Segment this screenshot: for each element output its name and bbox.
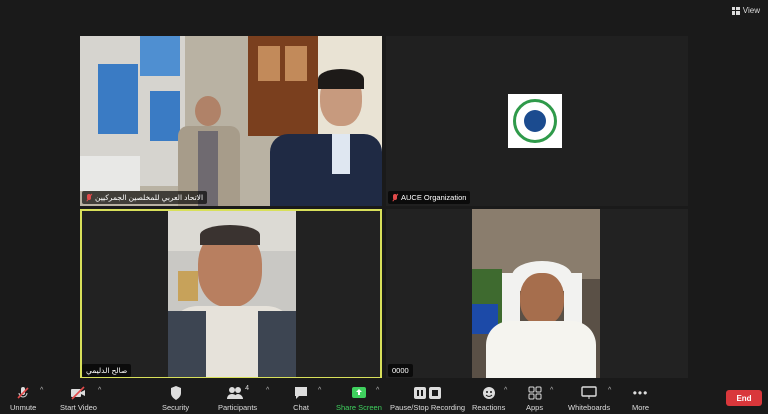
- share-screen-label: Share Screen: [336, 403, 382, 412]
- unmute-options-caret[interactable]: ^: [40, 387, 43, 394]
- pause-stop-icon: [413, 385, 442, 401]
- apps-options-caret[interactable]: ^: [550, 387, 553, 394]
- share-options-caret[interactable]: ^: [376, 387, 379, 394]
- video-feed: [80, 36, 382, 206]
- security-label: Security: [162, 403, 190, 412]
- participant-name: 0000: [392, 366, 409, 375]
- unmute-button[interactable]: Unmute: [10, 385, 36, 412]
- participants-label: Participants: [218, 403, 258, 412]
- participants-button[interactable]: 4 Participants: [218, 385, 257, 412]
- whiteboards-options-caret[interactable]: ^: [608, 387, 611, 394]
- whiteboards-button[interactable]: Whiteboards: [568, 385, 610, 412]
- start-video-button[interactable]: Start Video: [60, 385, 97, 412]
- meeting-toolbar: Unmute ^ Start Video ^ Security 4 Partic…: [0, 378, 768, 414]
- muted-mic-icon: [86, 193, 92, 202]
- chat-bubble-icon: [293, 385, 309, 401]
- video-tile-4[interactable]: 0000: [386, 209, 688, 379]
- video-tile-1[interactable]: الاتحاد العربي للمخلصين الجمركيين: [80, 36, 382, 206]
- participant-name: AUCE Organization: [401, 193, 467, 202]
- participant-name-tag: الاتحاد العربي للمخلصين الجمركيين: [82, 191, 208, 204]
- share-screen-button[interactable]: Share Screen: [336, 385, 382, 412]
- more-button[interactable]: ••• More: [632, 385, 649, 412]
- reactions-button[interactable]: Reactions: [472, 385, 505, 412]
- smiley-icon: [481, 385, 497, 401]
- video-feed: [168, 211, 296, 377]
- muted-mic-icon: [15, 385, 31, 401]
- apps-label: Apps: [526, 403, 544, 412]
- view-button[interactable]: View: [731, 6, 760, 15]
- grid-view-icon: [731, 6, 740, 15]
- participant-name: الاتحاد العربي للمخلصين الجمركيين: [95, 193, 204, 202]
- end-meeting-button[interactable]: End: [726, 390, 762, 406]
- apps-icon: [528, 385, 542, 401]
- recording-label: Pause/Stop Recording: [390, 403, 466, 412]
- start-video-label: Start Video: [60, 403, 97, 412]
- unmute-label: Unmute: [10, 403, 37, 412]
- chat-options-caret[interactable]: ^: [318, 387, 321, 394]
- chat-button[interactable]: Chat: [293, 385, 309, 412]
- view-label: View: [742, 6, 760, 15]
- video-tile-2[interactable]: AUCE Organization: [386, 36, 688, 206]
- participant-name-tag: 0000: [388, 364, 413, 377]
- participant-name-tag: AUCE Organization: [388, 191, 471, 204]
- muted-mic-icon: [392, 193, 398, 202]
- recording-button[interactable]: Pause/Stop Recording: [390, 385, 465, 412]
- more-label: More: [632, 403, 650, 412]
- participant-name-tag: صالح الدليمي: [82, 364, 132, 377]
- apps-button[interactable]: Apps: [526, 385, 543, 412]
- shield-icon: [169, 385, 183, 401]
- chat-label: Chat: [293, 403, 309, 412]
- participants-options-caret[interactable]: ^: [266, 387, 269, 394]
- reactions-label: Reactions: [472, 403, 506, 412]
- reactions-options-caret[interactable]: ^: [504, 387, 507, 394]
- whiteboards-label: Whiteboards: [568, 403, 611, 412]
- more-dots-icon: •••: [632, 386, 649, 400]
- video-tile-3[interactable]: صالح الدليمي: [80, 209, 382, 379]
- security-button[interactable]: Security: [162, 385, 189, 412]
- video-options-caret[interactable]: ^: [98, 387, 101, 394]
- share-screen-icon: [351, 385, 367, 401]
- participant-name: صالح الدليمي: [86, 366, 128, 375]
- whiteboard-icon: [581, 385, 597, 401]
- participants-icon: 4: [226, 385, 249, 401]
- video-off-icon: [70, 385, 86, 401]
- organization-logo: [508, 94, 562, 148]
- participants-count: 4: [245, 385, 250, 392]
- video-feed: [472, 209, 600, 379]
